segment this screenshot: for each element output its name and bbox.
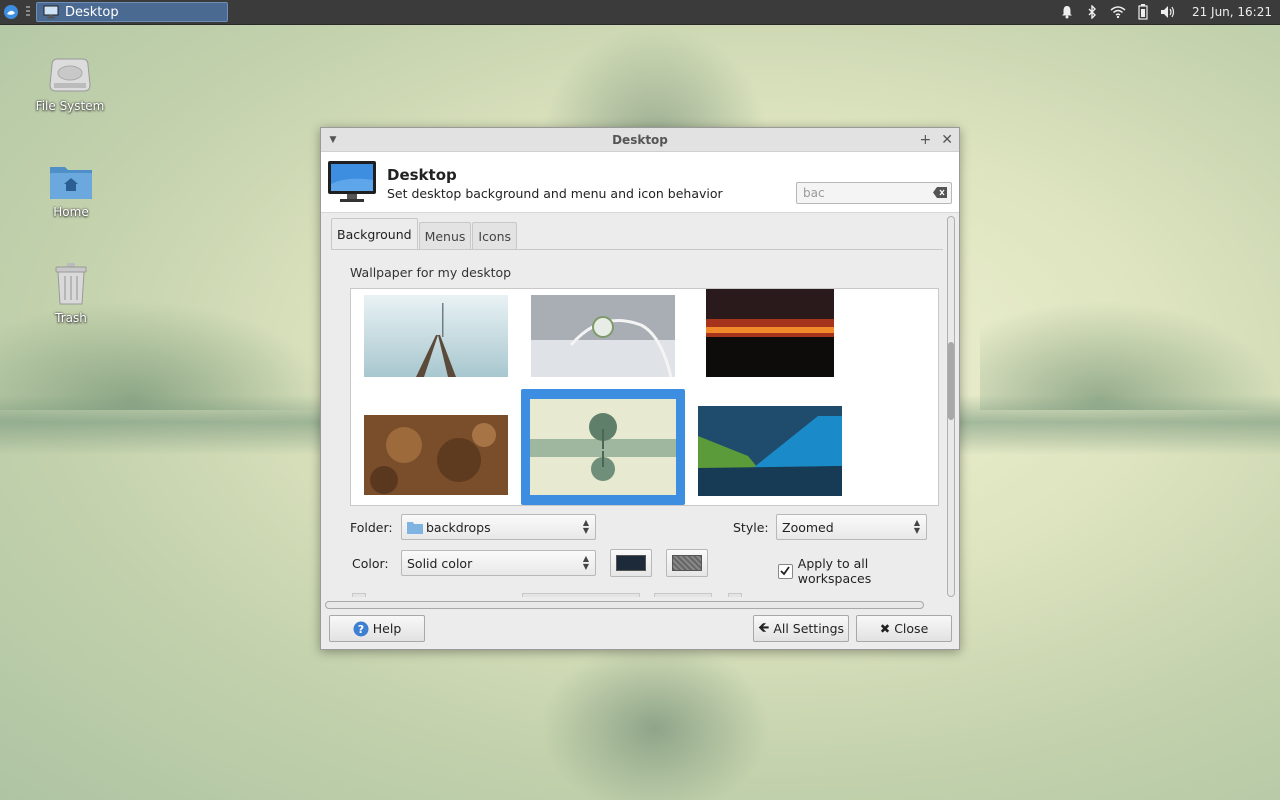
battery-icon[interactable]	[1138, 4, 1148, 20]
window-title: Desktop	[612, 132, 668, 147]
system-tray: 21 Jun, 16:21	[1060, 4, 1280, 20]
background-treeline-right	[980, 300, 1280, 410]
checkbox-box	[778, 563, 793, 579]
wallpaper-thumb-teal-green-abstract[interactable]	[698, 406, 842, 496]
style-combo[interactable]: Zoomed ▲ ▼	[776, 514, 927, 540]
combo-arrows-icon: ▲ ▼	[582, 554, 589, 571]
all-settings-button[interactable]: 🡸 All Settings	[753, 615, 849, 642]
xfce-mouse-icon	[4, 5, 18, 19]
help-button-label: Help	[372, 621, 402, 636]
help-icon: ?	[353, 621, 369, 636]
horizontal-scrollbar[interactable]	[325, 601, 924, 609]
back-arrow-icon: 🡸	[757, 619, 770, 636]
tab-background-label: Background	[337, 226, 412, 242]
home-folder-icon	[50, 167, 92, 199]
folder-combo[interactable]: backdrops ▲ ▼	[401, 514, 596, 540]
all-settings-button-label: All Settings	[773, 621, 845, 636]
clear-search-icon[interactable]	[933, 187, 947, 198]
apply-all-workspaces-checkbox[interactable]: Apply to all workspaces	[778, 556, 943, 586]
desktop-settings-window: ▼ Desktop + ✕ Desktop Set desktop backgr…	[320, 127, 960, 650]
settings-content: Background Menus Icons Wallpaper for my …	[327, 216, 943, 597]
partially-hidden-spinner	[654, 593, 712, 597]
background-tree-reflection	[540, 640, 770, 800]
header-subtitle: Set desktop background and menu and icon…	[387, 186, 723, 201]
combo-arrows-icon: ▲ ▼	[913, 518, 920, 535]
partially-hidden-checkbox	[728, 593, 742, 597]
secondary-color-swatch	[672, 555, 702, 571]
checkmark-icon	[780, 566, 791, 576]
trash-icon	[55, 263, 87, 305]
tab-icons[interactable]: Icons	[472, 222, 518, 249]
svg-text:?: ?	[358, 623, 364, 636]
window-titlebar[interactable]: ▼ Desktop + ✕	[321, 128, 959, 152]
style-value: Zoomed	[782, 519, 834, 535]
dialog-header: Desktop Set desktop background and menu …	[321, 152, 959, 213]
wallpaper-thumb-sunset-silhouette[interactable]	[706, 289, 834, 377]
taskbar-window-button[interactable]: Desktop	[36, 2, 228, 22]
desktop-icon-trash[interactable]: Trash	[31, 261, 111, 325]
tab-divider	[331, 249, 943, 250]
partially-hidden-combo	[522, 593, 640, 597]
style-label: Style:	[733, 520, 769, 535]
close-button[interactable]: ✖ Close	[856, 615, 952, 642]
wallpaper-thumb-frosted-plant[interactable]	[531, 295, 675, 377]
tab-icons-label: Icons	[478, 228, 512, 244]
desktop-icon-home[interactable]: Home	[31, 161, 111, 219]
desktop-icon-label: File System	[35, 99, 105, 113]
folder-label: Folder:	[350, 520, 393, 535]
primary-color-swatch	[616, 555, 646, 571]
wallpaper-thumb-foggy-railway[interactable]	[364, 295, 508, 377]
tab-background[interactable]: Background	[331, 218, 418, 249]
close-button-label: Close	[894, 621, 929, 636]
vertical-scrollbar-thumb[interactable]	[948, 342, 954, 420]
combo-arrows-icon: ▲ ▼	[582, 518, 589, 535]
volume-icon[interactable]	[1160, 5, 1176, 19]
partially-hidden-checkbox	[352, 593, 366, 597]
top-panel: Desktop 21 Jun, 16:21	[0, 0, 1280, 25]
clock[interactable]: 21 Jun, 16:21	[1192, 5, 1272, 19]
wallpaper-thumb-carved-relief[interactable]	[364, 415, 508, 495]
help-button[interactable]: ? Help	[329, 615, 425, 642]
header-title: Desktop	[387, 166, 457, 184]
desktop-icon-label: Trash	[55, 311, 87, 325]
desktop-monitor-icon	[328, 161, 376, 202]
bell-icon[interactable]	[1060, 5, 1074, 19]
secondary-color-button[interactable]	[666, 549, 708, 577]
wallpaper-grid[interactable]	[350, 288, 939, 506]
tab-menus[interactable]: Menus	[418, 222, 472, 249]
desktop-icon-label: Home	[53, 205, 89, 219]
vertical-scrollbar[interactable]	[945, 216, 957, 597]
wifi-icon[interactable]	[1110, 5, 1126, 19]
tab-bar: Background Menus Icons	[331, 218, 518, 249]
tab-menus-label: Menus	[424, 228, 466, 244]
color-label: Color:	[352, 556, 389, 571]
drive-icon	[49, 58, 91, 92]
apply-all-workspaces-label: Apply to all workspaces	[797, 556, 872, 586]
desktop-icon-file-system[interactable]: File System	[30, 55, 110, 113]
monitor-icon	[43, 5, 59, 19]
close-window-icon[interactable]: ✕	[941, 132, 953, 148]
close-x-icon: ✖	[879, 621, 891, 636]
folder-icon	[407, 521, 423, 534]
color-style-value: Solid color	[407, 555, 473, 571]
taskbar-window-label: Desktop	[65, 4, 119, 20]
search-input[interactable]	[796, 182, 952, 204]
pin-icon[interactable]: +	[920, 132, 932, 148]
wallpaper-label: Wallpaper for my desktop	[350, 265, 512, 280]
panel-grip[interactable]	[26, 6, 30, 18]
folder-value: backdrops	[426, 519, 491, 535]
primary-color-button[interactable]	[610, 549, 652, 577]
wallpaper-thumb-reflected-tree[interactable]	[530, 399, 676, 495]
color-style-combo[interactable]: Solid color ▲ ▼	[401, 550, 596, 576]
window-menu-icon[interactable]: ▼	[321, 135, 345, 145]
bluetooth-icon[interactable]	[1086, 5, 1098, 19]
applications-menu-button[interactable]	[0, 0, 22, 24]
